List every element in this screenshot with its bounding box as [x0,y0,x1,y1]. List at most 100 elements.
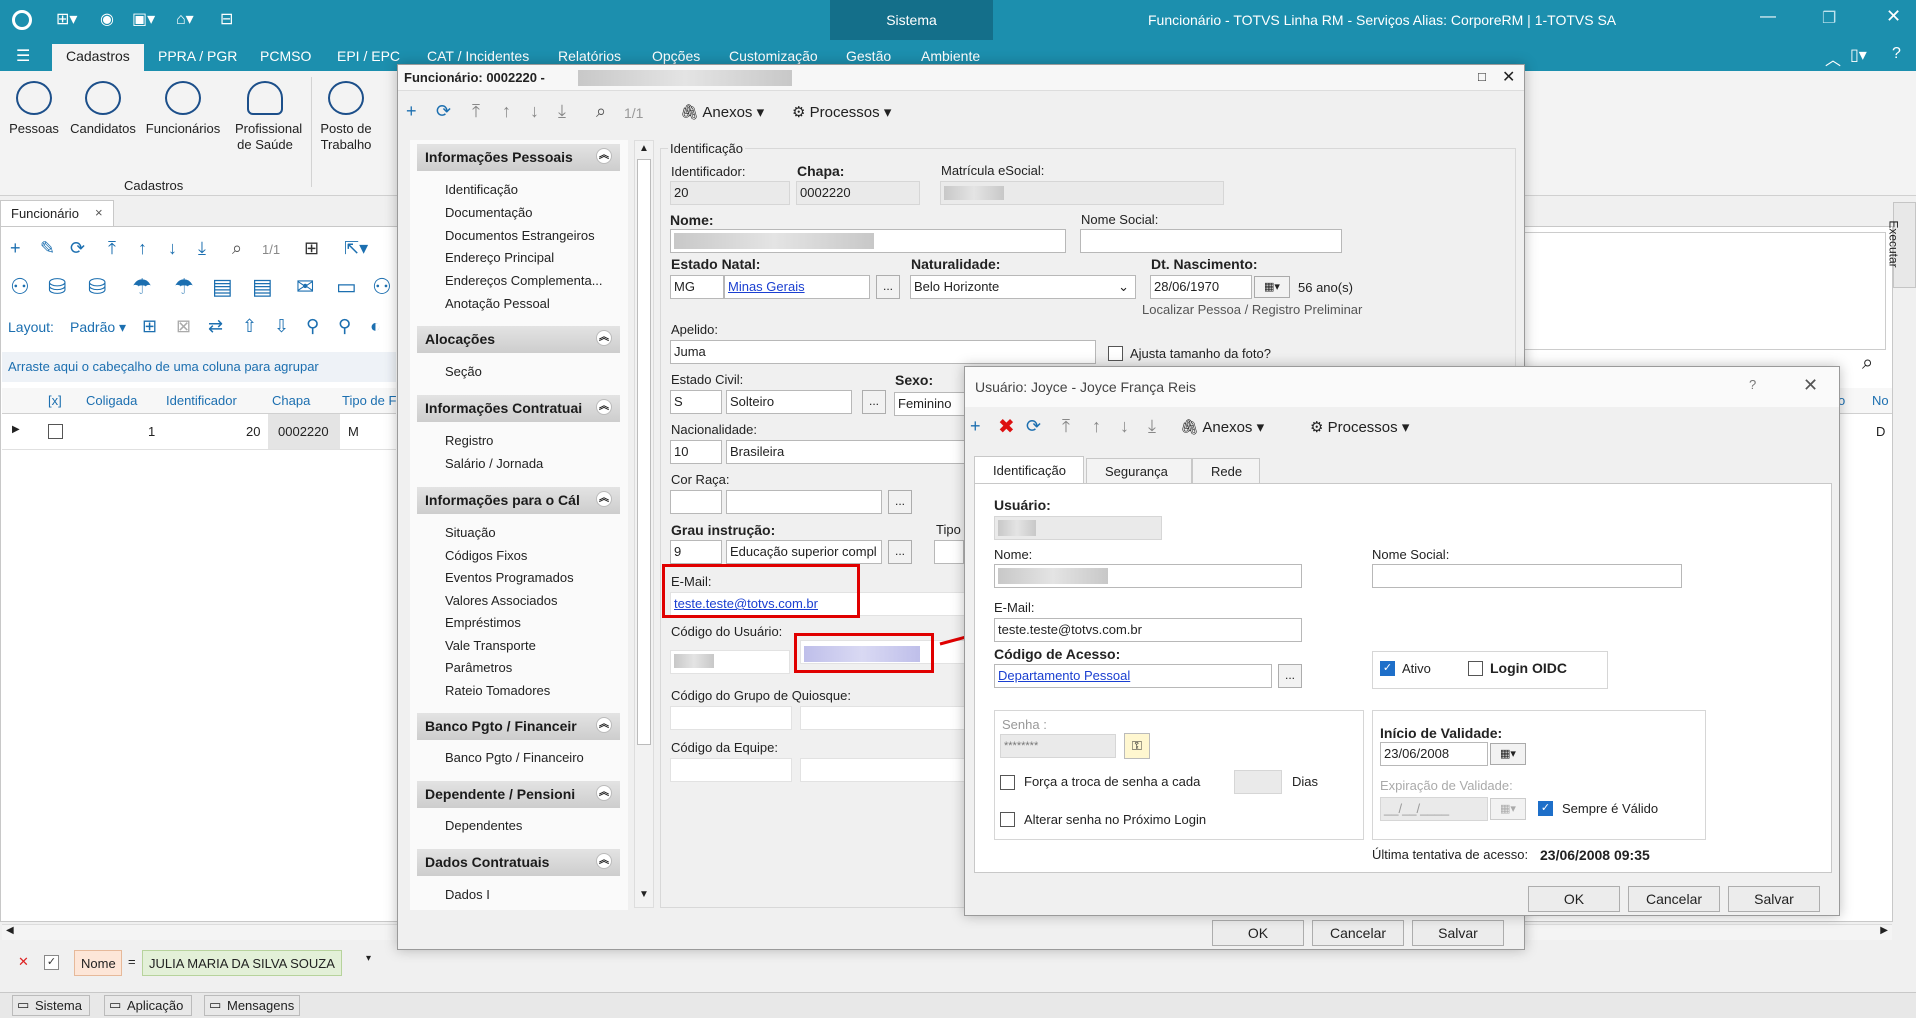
add-icon[interactable]: + [406,101,417,122]
grau-instrucao-lookup-button[interactable]: ... [888,540,912,564]
col-select[interactable]: [x] [48,393,62,408]
tab-ppra[interactable]: PPRA / PGR [158,48,237,64]
estado-natal-lookup-button[interactable]: ... [876,275,900,299]
first-icon[interactable]: ⤒ [1062,416,1070,437]
quiosque-field[interactable] [670,706,792,730]
clear-filter-icon[interactable]: ✕ [18,954,29,970]
localizar-pessoa-link[interactable]: Localizar Pessoa / Registro Preliminar [1142,302,1362,317]
nav-banco-pgto[interactable]: Banco Pgto / Financeiro [445,750,584,765]
collapse-section-icon[interactable]: ︽ [596,330,612,346]
tab-identificacao[interactable]: Identificação [974,456,1084,484]
nome-social-field[interactable] [1372,564,1682,588]
ativo-checkbox[interactable]: ✓ [1380,661,1395,676]
nacionalidade-desc[interactable]: Brasileira [726,440,976,464]
nacionalidade-field[interactable]: 10 [670,440,722,464]
collapse-section-icon[interactable]: ︽ [596,853,612,869]
ajusta-foto-checkbox[interactable] [1108,346,1123,361]
nav-situacao[interactable]: Situação [445,525,496,540]
nav-endereco-principal[interactable]: Endereço Principal [445,250,554,265]
upload-icon[interactable]: ⇧ [242,316,257,337]
login-oidc-checkbox[interactable] [1468,661,1483,676]
doc-tab[interactable]: Funcionário × [0,200,114,226]
estado-civil-desc[interactable]: Solteiro [726,390,852,414]
people-icon[interactable]: ⚇ [372,274,392,300]
section-informacoes-contratuais[interactable]: Informações Contratuai ︽ [417,395,620,422]
section-dados-contratuais[interactable]: Dados Contratuais ︽ [417,849,620,876]
search-icon[interactable]: ⌕ [232,238,242,259]
nav-enderecos-complementares[interactable]: Endereços Complementa... [445,273,603,288]
umbrella-icon[interactable]: ☂ [132,274,152,300]
collapse-icon[interactable]: ⊠ [176,316,191,337]
close-dialog-icon[interactable]: ✕ [1803,375,1818,396]
apply-filter-checkbox[interactable]: ✓ [44,955,59,970]
database-add-icon[interactable]: ⛁ [88,274,106,300]
view-icon[interactable]: ◉ [100,9,114,29]
org-chart-icon[interactable]: ⊞▾ [56,9,77,29]
status-mensagens[interactable]: Mensagens ▭ [204,995,300,1016]
tab-pcmso[interactable]: PCMSO [260,48,311,64]
table-row[interactable]: ▶ 1 20 0002220 M [2,414,396,450]
grid-icon[interactable]: ⊟ [220,9,233,29]
delete-icon[interactable]: ✖ [998,414,1015,439]
nav-parametros[interactable]: Parâmetros [445,660,512,675]
last-icon[interactable]: ⤓ [558,101,566,122]
window-icon[interactable]: ▣▾ [132,9,155,29]
nav-emprestimos[interactable]: Empréstimos [445,615,521,630]
restore-icon[interactable]: ❐ [1822,8,1836,28]
dias-field[interactable] [1234,770,1282,794]
codigo-acesso-field[interactable]: Departamento Pessoal [994,664,1272,688]
func-ok-button[interactable]: OK [1212,920,1304,946]
grau-instrucao-field[interactable]: 9 [670,540,722,564]
usuario-ok-button[interactable]: OK [1528,886,1620,912]
export-icon[interactable]: ⇱▾ [344,238,368,259]
candidatos-button[interactable]: Candidatos [68,71,138,137]
processos-button[interactable]: ⚙ Processos ▾ [1310,418,1409,436]
estado-natal-field[interactable]: MG [670,275,724,299]
section-alocacoes[interactable]: Alocações ︽ [417,326,620,353]
status-sistema[interactable]: Sistema ▭ [12,995,90,1016]
nav-valores-associados[interactable]: Valores Associados [445,593,558,608]
equipe-field[interactable] [670,758,792,782]
collapse-ribbon-icon[interactable]: ︿ [1825,46,1841,70]
expiracao-validade-field[interactable]: __/__/____ [1380,797,1488,821]
edit-icon[interactable]: ✎ [40,238,55,259]
move-icon[interactable]: ⇄ [208,316,223,337]
cor-raca-desc[interactable] [726,490,882,514]
help-icon[interactable]: ? [1749,377,1756,392]
status-aplicacao[interactable]: Aplicação ▭ [104,995,192,1016]
tab-ambiente[interactable]: Ambiente [921,48,980,64]
document-remove-icon[interactable]: ▤ [252,274,273,300]
search-icon[interactable]: ⌕ [596,101,606,122]
app-logo-icon[interactable] [12,10,32,30]
inicio-validade-field[interactable]: 23/06/2008 [1380,742,1488,766]
collapse-section-icon[interactable]: ︽ [596,399,612,415]
side-executar-tab[interactable]: Executar [1887,202,1916,288]
naturalidade-select[interactable]: Belo Horizonte ⌄ [910,275,1136,299]
last-icon[interactable]: ⤓ [1148,416,1156,437]
nav-salario-jornada[interactable]: Salário / Jornada [445,456,543,471]
first-icon[interactable]: ⤒ [108,238,116,259]
help-icon[interactable]: ? [1892,45,1901,63]
section-informacoes-pessoais[interactable]: Informações Pessoais ︽ [417,144,620,171]
close-window-icon[interactable]: ✕ [1502,67,1515,87]
usuario-cancelar-button[interactable]: Cancelar [1628,886,1720,912]
col-right-b[interactable]: No [1872,393,1889,408]
pin2-icon[interactable]: ⚲ [338,316,351,337]
expand-icon[interactable]: ⊞ [142,316,157,337]
nav-registro[interactable]: Registro [445,433,493,448]
sexo-select[interactable]: Feminino [894,392,974,416]
row-checkbox[interactable] [48,424,63,439]
next-icon[interactable]: ↓ [530,101,539,122]
collapse-section-icon[interactable]: ︽ [596,148,612,164]
collapse-section-icon[interactable]: ︽ [596,491,612,507]
menu-icon[interactable]: ☰ [16,46,30,66]
document-user-icon[interactable]: ▤ [212,274,233,300]
identificador-field[interactable]: 20 [670,181,790,205]
estado-civil-field[interactable]: S [670,390,722,414]
tab-opcoes[interactable]: Opções [652,48,700,64]
codigo-acesso-lookup-button[interactable]: ... [1278,664,1302,688]
refresh-icon[interactable]: ⟳ [436,101,451,122]
estado-civil-lookup-button[interactable]: ... [862,390,886,414]
nav-rateio-tomadores[interactable]: Rateio Tomadores [445,683,550,698]
filter-value[interactable]: JULIA MARIA DA SILVA SOUZA [142,950,342,976]
